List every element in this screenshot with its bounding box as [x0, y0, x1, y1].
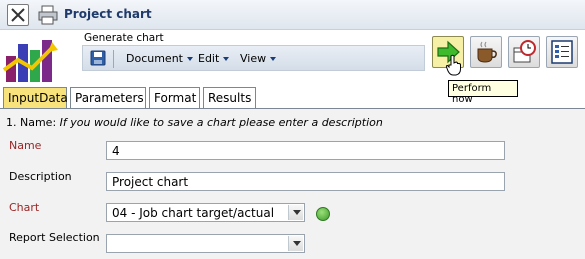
description-field[interactable]: Project chart: [106, 172, 505, 191]
window-titlebar: Project chart: [0, 0, 585, 30]
report-icon: [551, 40, 573, 64]
report-selection-select[interactable]: [106, 234, 305, 253]
chevron-down-icon[interactable]: [288, 205, 303, 220]
menu-view[interactable]: View: [240, 52, 277, 65]
chart-label: Chart: [9, 201, 40, 214]
chart-select[interactable]: 04 - Job chart target/actual: [106, 203, 305, 222]
print-icon[interactable]: [37, 4, 59, 26]
toolbar-title: Generate chart: [84, 32, 164, 44]
name-label: Name: [9, 139, 42, 152]
description-label: Description: [9, 170, 72, 183]
tab-format[interactable]: Format: [149, 87, 200, 109]
chevron-down-icon: [187, 57, 193, 61]
menu-toolbar: Document Edit View: [82, 45, 425, 71]
chevron-down-icon: [223, 57, 230, 61]
close-icon[interactable]: [7, 4, 29, 26]
tab-parameters[interactable]: Parameters: [70, 87, 146, 109]
coffee-button[interactable]: [470, 36, 502, 68]
app-logo: [0, 30, 82, 86]
chevron-down-icon: [270, 57, 277, 61]
tab-results[interactable]: Results: [203, 87, 256, 109]
save-icon[interactable]: [90, 50, 106, 66]
report-selection-label: Report Selection: [9, 231, 100, 244]
ok-icon: [316, 207, 330, 221]
chart-select-value: 04 - Job chart target/actual: [112, 206, 275, 220]
report-button[interactable]: [546, 36, 578, 68]
toolbar-separator: [113, 50, 114, 68]
tab-bar: InputData Parameters Format Results: [0, 87, 585, 109]
coffee-icon: [477, 41, 497, 63]
schedule-icon: [513, 40, 536, 63]
tab-inputdata[interactable]: InputData: [3, 87, 68, 109]
form-panel: 1. Name: If you would like to save a cha…: [0, 109, 585, 259]
menu-document[interactable]: Document: [126, 52, 193, 65]
menu-edit[interactable]: Edit: [198, 52, 230, 65]
chevron-down-icon[interactable]: [288, 236, 303, 251]
window-title: Project chart: [64, 7, 152, 21]
schedule-button[interactable]: [508, 36, 540, 68]
name-field[interactable]: 4: [106, 141, 505, 160]
hand-cursor-icon: [445, 54, 463, 76]
form-hint: 1. Name: If you would like to save a cha…: [6, 116, 383, 129]
